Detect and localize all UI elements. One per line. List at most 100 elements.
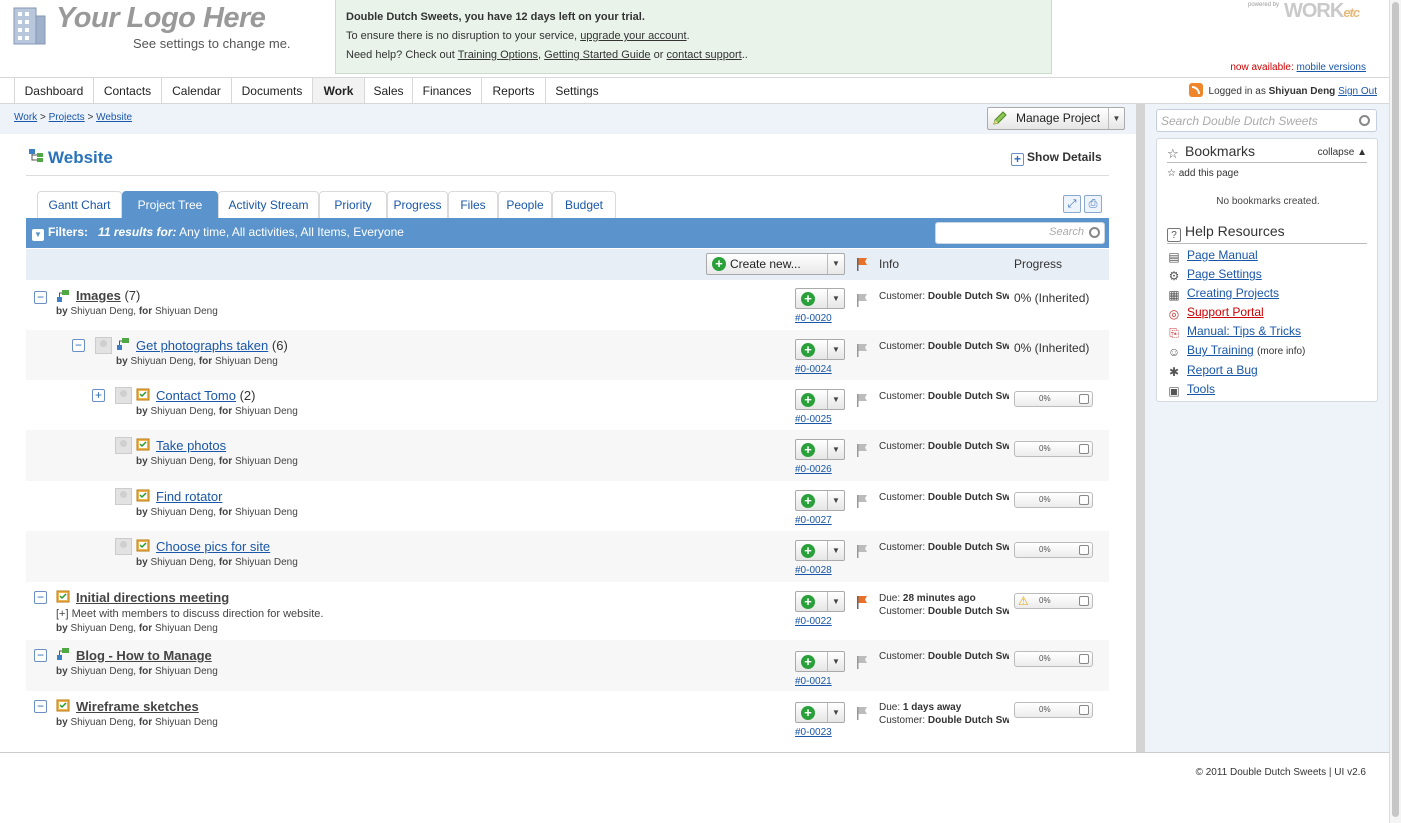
help-link-tips-tricks[interactable]: ⎘ Manual: Tips & Tricks [1167,324,1301,340]
collapse-icon[interactable]: − [34,649,47,662]
row-action-button[interactable]: + ▼ [795,439,845,460]
report-bug-link[interactable]: Report a Bug [1187,363,1258,377]
tips-tricks-link[interactable]: Manual: Tips & Tricks [1187,324,1301,338]
row-action-button[interactable]: + ▼ [795,591,845,612]
sidebar-divider[interactable] [1136,104,1145,752]
progress-bar[interactable]: ⚠ 0% [1014,593,1093,609]
flag-icon[interactable] [856,343,868,357]
progress-bar[interactable]: 0% [1014,651,1093,667]
filter-toggle-icon[interactable]: ▼ [32,229,44,241]
manage-project-button[interactable]: Manage Project ▼ [987,107,1125,130]
progress-bar[interactable]: 0% [1014,702,1093,718]
help-link-page-manual[interactable]: ▤ Page Manual [1167,248,1258,264]
task-id-link[interactable]: #0-0020 [795,313,832,324]
training-options-link[interactable]: Training Options [458,49,538,61]
flag-icon[interactable] [856,393,868,407]
search-icon[interactable] [1089,227,1100,238]
task-link[interactable]: Images [76,288,121,303]
row-action-button[interactable]: + ▼ [795,339,845,360]
mobile-versions-link[interactable]: mobile versions [1297,62,1366,73]
filter-search-input[interactable]: Search [935,222,1105,244]
upgrade-link[interactable]: upgrade your account [580,30,686,42]
task-link[interactable]: Contact Tomo [156,388,236,403]
complete-checkbox[interactable] [1079,654,1089,664]
tab-files[interactable]: Files [448,191,498,218]
chevron-down-icon[interactable]: ▼ [827,289,844,308]
task-description[interactable]: [+] Meet with members to discuss directi… [56,608,323,620]
flag-icon[interactable] [856,706,868,720]
nav-tab-finances[interactable]: Finances [413,78,482,103]
tools-link[interactable]: Tools [1187,382,1215,396]
page-manual-link[interactable]: Page Manual [1187,248,1258,262]
nav-tab-work[interactable]: Work [313,78,365,103]
chevron-down-icon[interactable]: ▼ [827,390,844,409]
tab-people[interactable]: People [498,191,552,218]
nav-tab-settings[interactable]: Settings [546,78,608,103]
tab-activity-stream[interactable]: Activity Stream [218,191,319,218]
nav-tab-reports[interactable]: Reports [482,78,546,103]
breadcrumb-projects[interactable]: Projects [49,112,85,123]
nav-tab-documents[interactable]: Documents [232,78,313,103]
complete-checkbox[interactable] [1079,545,1089,555]
rss-icon[interactable] [1188,83,1203,97]
chevron-down-icon[interactable]: ▼ [827,440,844,459]
print-icon[interactable]: ⎙ [1084,195,1102,213]
flag-icon[interactable] [856,293,868,307]
progress-bar[interactable]: 0% [1014,441,1093,457]
complete-checkbox[interactable] [1079,394,1089,404]
progress-bar[interactable]: 0% [1014,492,1093,508]
sidebar-search-input[interactable]: Search Double Dutch Sweets [1156,109,1377,132]
tab-project-tree[interactable]: Project Tree [122,191,218,218]
nav-tab-calendar[interactable]: Calendar [162,78,232,103]
help-link-support-portal[interactable]: ◎ Support Portal [1167,305,1264,321]
tab-priority[interactable]: Priority [319,191,387,218]
creating-projects-link[interactable]: Creating Projects [1187,286,1279,300]
flag-icon[interactable] [856,655,868,669]
task-link[interactable]: Get photographs taken [136,338,268,353]
row-action-button[interactable]: + ▼ [795,389,845,410]
collapse-icon[interactable]: − [72,339,85,352]
task-link[interactable]: Find rotator [156,489,222,504]
expand-icon[interactable]: + [92,389,105,402]
chevron-down-icon[interactable]: ▼ [1108,108,1124,129]
scrollbar-thumb[interactable] [1392,2,1399,817]
help-link-report-bug[interactable]: ✱ Report a Bug [1167,363,1258,379]
task-link[interactable]: Wireframe sketches [76,699,199,714]
task-id-link[interactable]: #0-0026 [795,464,832,475]
flag-icon[interactable] [856,494,868,508]
task-id-link[interactable]: #0-0024 [795,364,832,375]
help-link-buy-training[interactable]: ☺ Buy Training (more info) [1167,343,1306,359]
task-link[interactable]: Initial directions meeting [76,590,229,605]
help-link-tools[interactable]: ▣ Tools [1167,382,1215,398]
getting-started-link[interactable]: Getting Started Guide [544,49,650,61]
task-id-link[interactable]: #0-0028 [795,565,832,576]
chevron-down-icon[interactable]: ▼ [827,254,844,274]
page-settings-link[interactable]: Page Settings [1187,267,1262,281]
nav-tab-dashboard[interactable]: Dashboard [14,78,94,103]
task-id-link[interactable]: #0-0027 [795,515,832,526]
chevron-down-icon[interactable]: ▼ [827,491,844,510]
create-new-button[interactable]: + Create new... ▼ [706,253,845,275]
task-link[interactable]: Take photos [156,438,226,453]
chevron-down-icon[interactable]: ▼ [827,652,844,671]
task-id-link[interactable]: #0-0021 [795,676,832,687]
progress-bar[interactable]: 0% [1014,542,1093,558]
nav-tab-contacts[interactable]: Contacts [94,78,162,103]
task-link[interactable]: Blog - How to Manage [76,648,212,663]
complete-checkbox[interactable] [1079,495,1089,505]
chevron-down-icon[interactable]: ▼ [827,541,844,560]
chevron-down-icon[interactable]: ▼ [827,340,844,359]
collapse-icon[interactable]: − [34,700,47,713]
task-link[interactable]: Choose pics for site [156,539,270,554]
tab-progress[interactable]: Progress [387,191,448,218]
flag-icon[interactable] [856,257,868,271]
search-icon[interactable] [1359,115,1370,126]
flag-icon[interactable] [856,544,868,558]
flag-icon[interactable] [856,443,868,457]
row-action-button[interactable]: + ▼ [795,540,845,561]
complete-checkbox[interactable] [1079,705,1089,715]
add-bookmark[interactable]: ☆ add this page [1167,168,1239,179]
help-link-creating-projects[interactable]: ▦ Creating Projects [1167,286,1279,302]
tab-budget[interactable]: Budget [552,191,616,218]
collapse-icon[interactable]: − [34,591,47,604]
